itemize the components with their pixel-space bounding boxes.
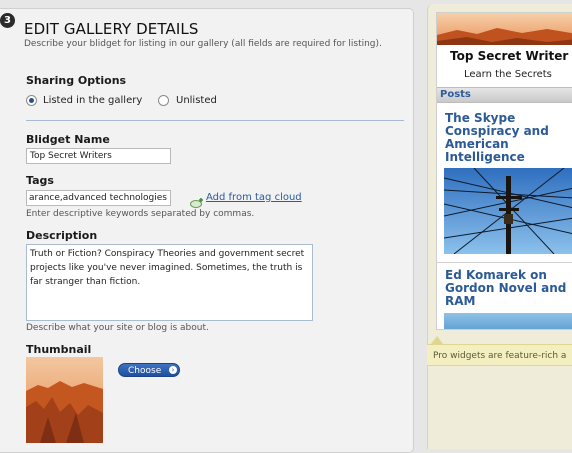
blidget-preview[interactable]: Top Secret Writer Learn the Secrets Post…: [436, 12, 572, 330]
section-description: Describe your blidget for listing in our…: [24, 39, 382, 49]
thumbnail-image: [26, 357, 103, 443]
posts-tab-bar: Posts: [437, 87, 572, 103]
unlisted-radio[interactable]: [158, 95, 169, 106]
post-image[interactable]: [444, 168, 572, 254]
tip-pointer: [431, 336, 443, 344]
post-title-link[interactable]: Ed Komarek on Gordon Novel and RAM: [445, 269, 572, 308]
description-hint: Describe what your site or blog is about…: [26, 323, 209, 333]
thumbnail-heading: Thumbnail: [26, 343, 92, 356]
description-heading: Description: [26, 229, 98, 242]
posts-tab[interactable]: Posts: [440, 89, 471, 100]
tag-cloud-icon[interactable]: [190, 193, 204, 208]
listed-radio-label[interactable]: Listed in the gallery: [43, 95, 142, 106]
description-textarea[interactable]: Truth or Fiction? Conspiracy Theories an…: [26, 244, 313, 321]
section-divider: [26, 120, 404, 121]
sharing-options-heading: Sharing Options: [26, 74, 127, 87]
pro-widgets-tip: Pro widgets are feature-rich a: [427, 344, 572, 366]
step-number-badge: 3: [0, 13, 15, 28]
blidget-name-input[interactable]: Top Secret Writers: [26, 148, 171, 164]
add-from-tag-cloud-link[interactable]: Add from tag cloud: [206, 192, 302, 203]
post-image[interactable]: [444, 313, 572, 329]
unlisted-radio-label[interactable]: Unlisted: [176, 95, 217, 106]
blidget-banner-image: [437, 13, 572, 45]
tags-hint: Enter descriptive keywords separated by …: [26, 209, 255, 219]
blidget-name-heading: Blidget Name: [26, 133, 110, 146]
choose-thumbnail-button[interactable]: Choose ›: [118, 363, 180, 377]
blidget-subtitle: Learn the Secrets: [464, 69, 552, 80]
listed-radio[interactable]: [26, 95, 37, 106]
section-title: EDIT GALLERY DETAILS: [24, 20, 199, 38]
choose-button-label: Choose: [128, 366, 162, 376]
tags-input-value: arance,advanced technologies: [29, 193, 167, 203]
post-title-link[interactable]: The Skype Conspiracy and American Intell…: [445, 112, 572, 164]
tags-heading: Tags: [26, 174, 54, 187]
post-separator: [437, 262, 572, 263]
choose-arrow-icon: ›: [169, 366, 177, 374]
tags-input[interactable]: arance,advanced technologies: [26, 190, 171, 206]
blidget-title: Top Secret Writer: [450, 49, 569, 63]
